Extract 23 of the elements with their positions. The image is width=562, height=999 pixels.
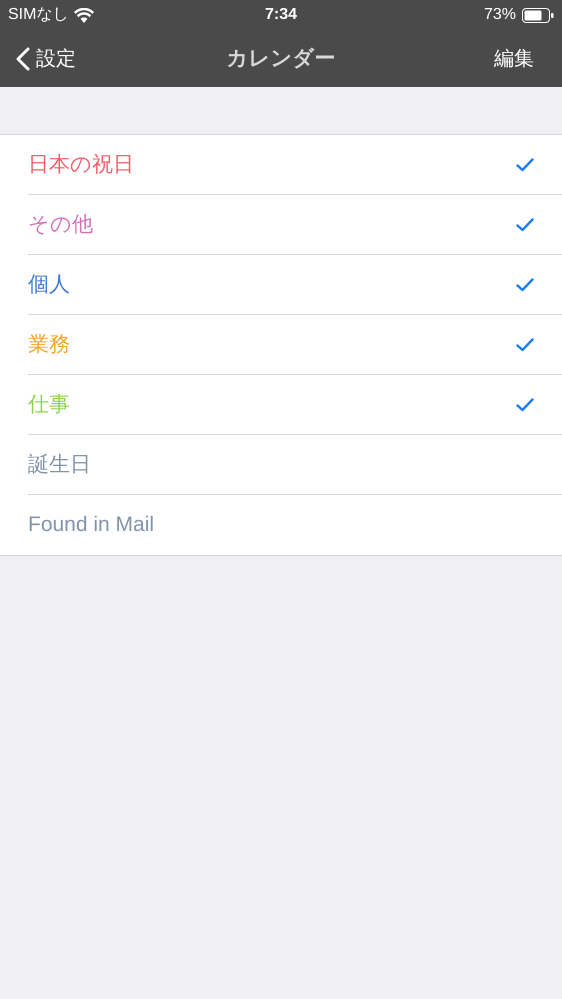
battery-icon [522, 8, 554, 22]
calendar-name: Found in Mail [28, 512, 156, 538]
calendar-row[interactable]: その他 [28, 195, 562, 255]
calendar-row[interactable]: 仕事 [28, 375, 562, 435]
edit-button[interactable]: 編集 [494, 44, 534, 74]
calendar-row[interactable]: 日本の祝日 [28, 135, 562, 195]
calendar-row[interactable]: 誕生日 [28, 435, 562, 495]
back-button[interactable]: 設定 [16, 44, 76, 74]
calendar-name: 業務 [28, 332, 71, 358]
wifi-icon [74, 8, 94, 22]
calendar-name: 仕事 [28, 392, 71, 418]
back-chevron-icon [16, 46, 30, 70]
battery-percent: 73% [484, 5, 516, 25]
calendar-row[interactable]: 個人 [28, 255, 562, 315]
calendar-name: 誕生日 [28, 452, 92, 478]
carrier-label: SIMなし [8, 5, 68, 25]
calendar-name: 個人 [28, 272, 71, 298]
nav-title: カレンダー [226, 46, 336, 72]
calendar-name: その他 [28, 212, 94, 238]
calendar-name: 日本の祝日 [28, 152, 135, 178]
calendar-row[interactable]: Found in Mail [28, 495, 562, 555]
status-time: 7:34 [264, 5, 298, 25]
calendar-row[interactable]: 業務 [28, 315, 562, 375]
